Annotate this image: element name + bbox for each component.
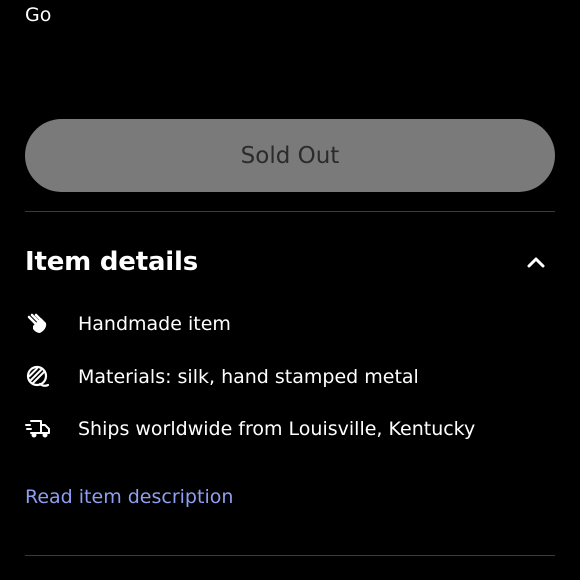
yarn-ball-icon xyxy=(25,364,51,390)
detail-row-materials: Materials: silk, hand stamped metal xyxy=(25,362,555,392)
read-item-description-link[interactable]: Read item description xyxy=(25,486,233,508)
truncated-top-text: Go xyxy=(25,4,52,26)
detail-text-shipping: Ships worldwide from Louisville, Kentuck… xyxy=(78,418,476,440)
item-details-title: Item details xyxy=(25,247,198,277)
delivery-truck-icon xyxy=(25,416,51,442)
detail-row-handmade: Handmade item xyxy=(25,309,555,339)
divider xyxy=(25,211,555,212)
divider xyxy=(25,555,555,556)
sold-out-button[interactable]: Sold Out xyxy=(25,119,555,192)
detail-text-handmade: Handmade item xyxy=(78,313,231,335)
chevron-up-icon[interactable] xyxy=(525,251,547,273)
detail-text-materials: Materials: silk, hand stamped metal xyxy=(78,366,419,388)
hand-icon xyxy=(25,311,51,337)
item-details-header[interactable]: Item details xyxy=(25,240,555,284)
detail-row-shipping: Ships worldwide from Louisville, Kentuck… xyxy=(25,414,555,444)
